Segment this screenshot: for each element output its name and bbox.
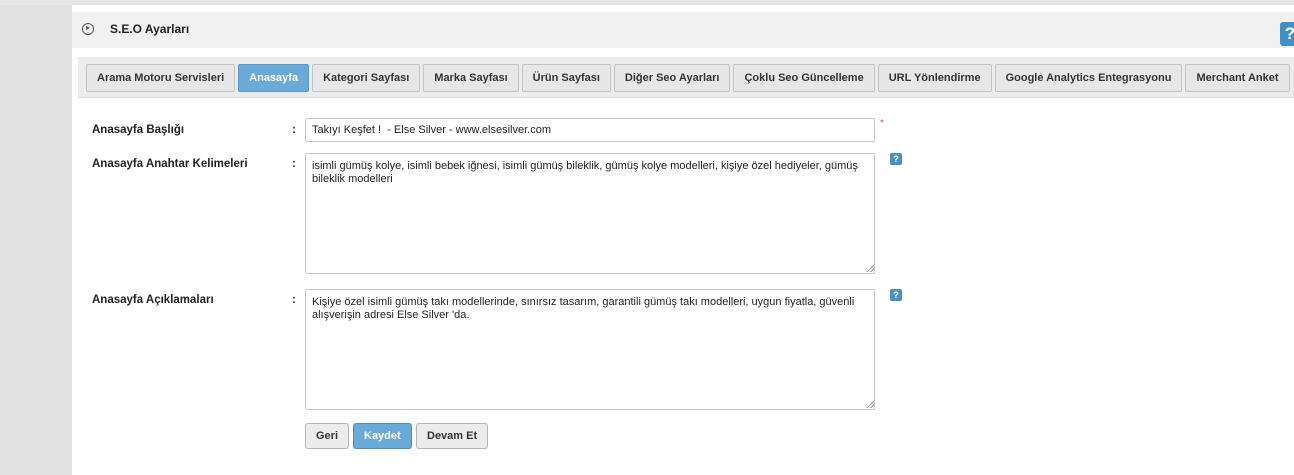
- tab-coklu-seo-guncelleme[interactable]: Çoklu Seo Güncelleme: [733, 64, 875, 92]
- tab-anasayfa[interactable]: Anasayfa: [238, 64, 310, 92]
- title-label: Anasayfa Başlığı: [92, 124, 185, 136]
- description-help-icon[interactable]: ?: [890, 289, 902, 301]
- keywords-label: Anasayfa Anahtar Kelimeleri: [92, 158, 248, 170]
- tab-kategori-sayfasi[interactable]: Kategori Sayfası: [312, 64, 421, 92]
- tab-marka-sayfasi[interactable]: Marka Sayfası: [423, 64, 519, 92]
- seo-settings-panel: S.E.O Ayarları ? Arama Motoru Servisleri…: [72, 5, 1294, 475]
- left-gutter: [0, 5, 72, 475]
- help-icon[interactable]: ?: [1280, 22, 1294, 46]
- tab-url-yonlendirme[interactable]: URL Yönlendirme: [877, 64, 992, 92]
- tab-diger-seo-ayarlari[interactable]: Diğer Seo Ayarları: [613, 64, 731, 92]
- tab-arama-motoru-servisleri[interactable]: Arama Motoru Servisleri: [86, 64, 236, 92]
- collapse-toggle-icon[interactable]: [82, 23, 94, 35]
- tab-google-analytics[interactable]: Google Analytics Entegrasyonu: [994, 64, 1183, 92]
- back-button[interactable]: Geri: [305, 423, 350, 449]
- resize-handle[interactable]: [867, 265, 874, 272]
- required-marker: *: [880, 118, 884, 129]
- tab-urun-sayfasi[interactable]: Ürün Sayfası: [521, 64, 611, 92]
- tab-merchant-anket[interactable]: Merchant Anket: [1185, 64, 1290, 92]
- keywords-help-icon[interactable]: ?: [890, 153, 902, 165]
- colon: :: [292, 158, 296, 170]
- description-label: Anasayfa Açıklamaları: [92, 294, 214, 306]
- continue-button[interactable]: Devam Et: [416, 423, 489, 449]
- tab-bar: Arama Motoru Servisleri Anasayfa Kategori …: [78, 57, 1294, 98]
- save-button[interactable]: Kaydet: [353, 423, 412, 449]
- panel-header: S.E.O Ayarları ?: [72, 12, 1294, 48]
- colon: :: [292, 294, 296, 306]
- page-title: S.E.O Ayarları: [110, 22, 190, 36]
- homepage-keywords-textarea[interactable]: isimli gümüş kolye, isimli bebek iğnesi,…: [305, 153, 875, 274]
- colon: :: [292, 124, 296, 136]
- homepage-title-input[interactable]: [305, 118, 875, 142]
- homepage-description-textarea[interactable]: Kişiye özel isimli gümüş takı modellerin…: [305, 289, 875, 410]
- resize-handle[interactable]: [867, 401, 874, 408]
- tab-list: Arama Motoru Servisleri Anasayfa Kategori …: [86, 64, 1293, 92]
